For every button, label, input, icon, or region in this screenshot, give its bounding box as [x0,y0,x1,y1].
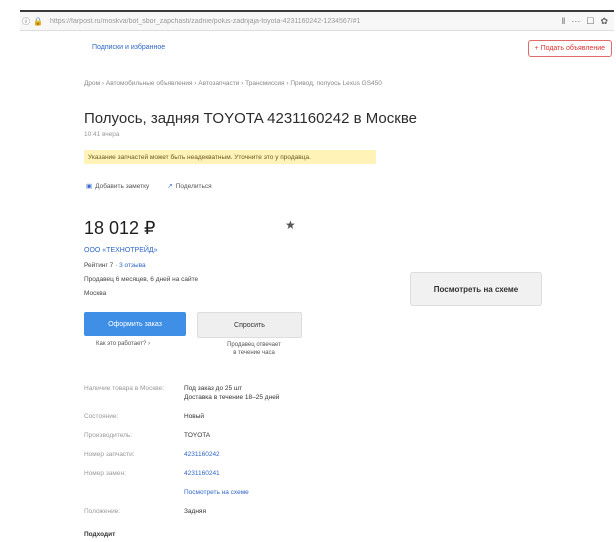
order-button[interactable]: Оформить заказ [84,312,186,336]
listing-actions: ▣ Добавить заметку ↗ Поделиться [86,182,212,190]
url-text[interactable]: https://farpost.ru/moskva/bot_sbor_zapch… [50,18,410,25]
spec-row: Состояние: Новый [84,412,279,421]
spec-key: Состояние: [84,413,119,420]
browser-toolbar: ‖ ··· ☐ ✿ [562,16,614,27]
spec-row: Производитель: TOYOTA [84,431,279,440]
seller-rating: Рейтинг 7 · 3 отзыва [84,262,146,269]
seller-city: Москва [84,290,107,297]
seller-name[interactable]: ООО «ТЕХНОТРЕЙД» [84,247,158,254]
post-time: 10:41 вчера [84,131,120,138]
price: 18 012 ₽ [84,218,156,238]
info-icon[interactable]: ⓘ [20,15,32,27]
pocket-icon[interactable]: ☐ [586,16,594,27]
spec-row: Наличие товара в Москве: Под заказ до 25… [84,384,279,402]
warning-banner: Указание запчастей может быть неадекватн… [84,150,376,164]
spec-value: TOYOTA [184,432,211,439]
reviews-link[interactable]: 3 отзыва [119,262,146,269]
breadcrumb[interactable]: Дром › Автомобильные объявления › Автоза… [84,80,382,87]
spec-key: Положение: [84,508,121,515]
share-icon: ↗ [167,183,173,190]
rating-text: Рейтинг 7 · [84,262,120,269]
more-icon[interactable]: ··· [571,16,580,27]
spec-value: Задняя [184,508,206,515]
view-on-scheme-button[interactable]: Посмотреть на схеме [410,272,542,306]
how-it-works-link[interactable]: Как это работает? › [96,341,150,347]
star-icon[interactable]: ✿ [600,16,608,27]
spec-value: Новый [184,413,205,420]
seller-since: Продавец 6 месяцев, 6 дней на сайте [84,276,199,283]
note-icon: ▣ [86,183,93,190]
favorites-link[interactable]: Подписки и избранное [92,44,165,51]
spec-key: Наличие товара в Москве: [84,385,164,392]
spec-value: Под заказ до 25 шт Доставка в течение 18–… [184,385,280,401]
response-time-note: Продавец отвечает в течение часа [227,342,281,356]
reader-icon[interactable]: ‖ [562,16,566,27]
add-note-button[interactable]: ▣ Добавить заметку [86,182,149,190]
favorite-star-icon[interactable]: ★ [285,218,296,232]
spec-key: Номер замен: [84,470,126,477]
spec-key: Номер запчасти: [84,451,135,458]
spec-key [84,488,184,497]
spec-key: Производитель: [84,432,133,439]
share-button[interactable]: ↗ Поделиться [167,182,211,190]
spec-row: Положение: Задняя [84,507,279,516]
view-on-scheme-link[interactable]: Посмотреть на схеме [184,488,249,497]
spec-row: Номер замен: 4231160241 [84,469,279,478]
fits-heading: Подходит [84,531,116,538]
post-ad-button[interactable]: + Подать объявление [527,40,612,57]
spec-row: Посмотреть на схеме [84,488,279,497]
specs-table: Наличие товара в Москве: Под заказ до 25… [84,384,279,526]
browser-frame: ⓘ 🔒 https://farpost.ru/moskva/bot_sbor_z… [0,0,616,542]
part-number-link[interactable]: 4231160242 [184,450,220,459]
ask-button[interactable]: Спросить [197,312,302,338]
page-title: Полуось, задняя TOYOTA 4231160242 в Моск… [84,110,417,127]
url-bar[interactable]: ⓘ 🔒 https://farpost.ru/moskva/bot_sbor_z… [20,10,614,31]
lock-icon: 🔒 [33,16,43,26]
replacement-number-link[interactable]: 4231160241 [184,469,220,478]
spec-row: Номер запчасти: 4231160242 [84,450,279,459]
site-header: Подписки и избранное + Подать объявление [92,40,612,62]
